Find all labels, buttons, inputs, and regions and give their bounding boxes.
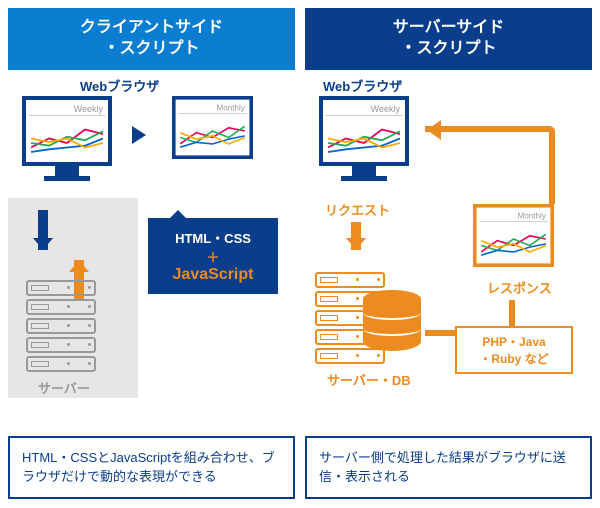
server-icon [26, 280, 96, 375]
screen-label-weekly: Weekly [29, 103, 105, 116]
server-db-label: サーバー・DB [327, 370, 411, 389]
request-label: リクエスト [325, 200, 390, 219]
response-monitor: Monthly [473, 204, 554, 267]
server-footer: サーバー側で処理した結果がブラウザに送信・表示される [305, 436, 592, 499]
arrow-left-icon [417, 120, 441, 140]
server-header: サーバーサイド ・スクリプト [305, 8, 592, 70]
screen-label-monthly: Monthly [479, 210, 547, 222]
client-footer: HTML・CSSとJavaScriptを組み合わせ、ブラウザだけで動的な表現がで… [8, 436, 295, 499]
flow-path-top [425, 126, 555, 204]
screen-label-monthly: Monthly [178, 102, 246, 114]
screen-label-weekly: Weekly [326, 103, 402, 116]
chart-icon [479, 222, 547, 263]
server-content: Webブラウザ Weekly リクエスト Monthly レスポンス [305, 70, 592, 430]
browser-monitor-weekly: Weekly [319, 96, 409, 181]
response-label: レスポンス [487, 278, 552, 297]
server-label: サーバー [38, 378, 90, 397]
arrow-down-icon [351, 222, 361, 250]
browser-monitor-monthly: Monthly [172, 96, 253, 159]
client-side-panel: クライアントサイド ・スクリプト Webブラウザ Weekly Monthly [8, 8, 295, 499]
browser-monitor-weekly: Weekly [22, 96, 112, 181]
tech-box: PHP・Java ・Ruby など [455, 326, 573, 374]
callout-html-css: HTML・CSS [158, 228, 268, 247]
tech-callout: HTML・CSS ＋ JavaScript [148, 218, 278, 294]
chart-icon [29, 116, 105, 161]
browser-label: Webブラウザ [323, 76, 402, 95]
client-header-line1: クライアントサイド [80, 19, 223, 36]
client-content: Webブラウザ Weekly Monthly サーバー [8, 70, 295, 430]
server-header-line1: サーバーサイド [393, 19, 505, 36]
browser-label: Webブラウザ [80, 76, 159, 95]
database-icon [363, 290, 421, 358]
arrow-down-icon [38, 210, 48, 250]
client-header-line2: ・スクリプト [103, 40, 199, 57]
callout-tail-icon [168, 200, 188, 220]
client-header: クライアントサイド ・スクリプト [8, 8, 295, 70]
tech-line2: ・Ruby など [465, 350, 563, 367]
chart-icon [326, 116, 402, 161]
diagram-container: クライアントサイド ・スクリプト Webブラウザ Weekly Monthly [0, 0, 600, 507]
server-header-line2: ・スクリプト [400, 40, 496, 57]
server-side-panel: サーバーサイド ・スクリプト Webブラウザ Weekly リクエスト Mont… [305, 8, 592, 499]
chart-icon [178, 114, 246, 155]
tech-line1: PHP・Java [465, 333, 563, 350]
callout-plus: ＋ [158, 247, 268, 266]
arrow-right-icon [132, 126, 155, 144]
callout-javascript: JavaScript [158, 266, 268, 284]
